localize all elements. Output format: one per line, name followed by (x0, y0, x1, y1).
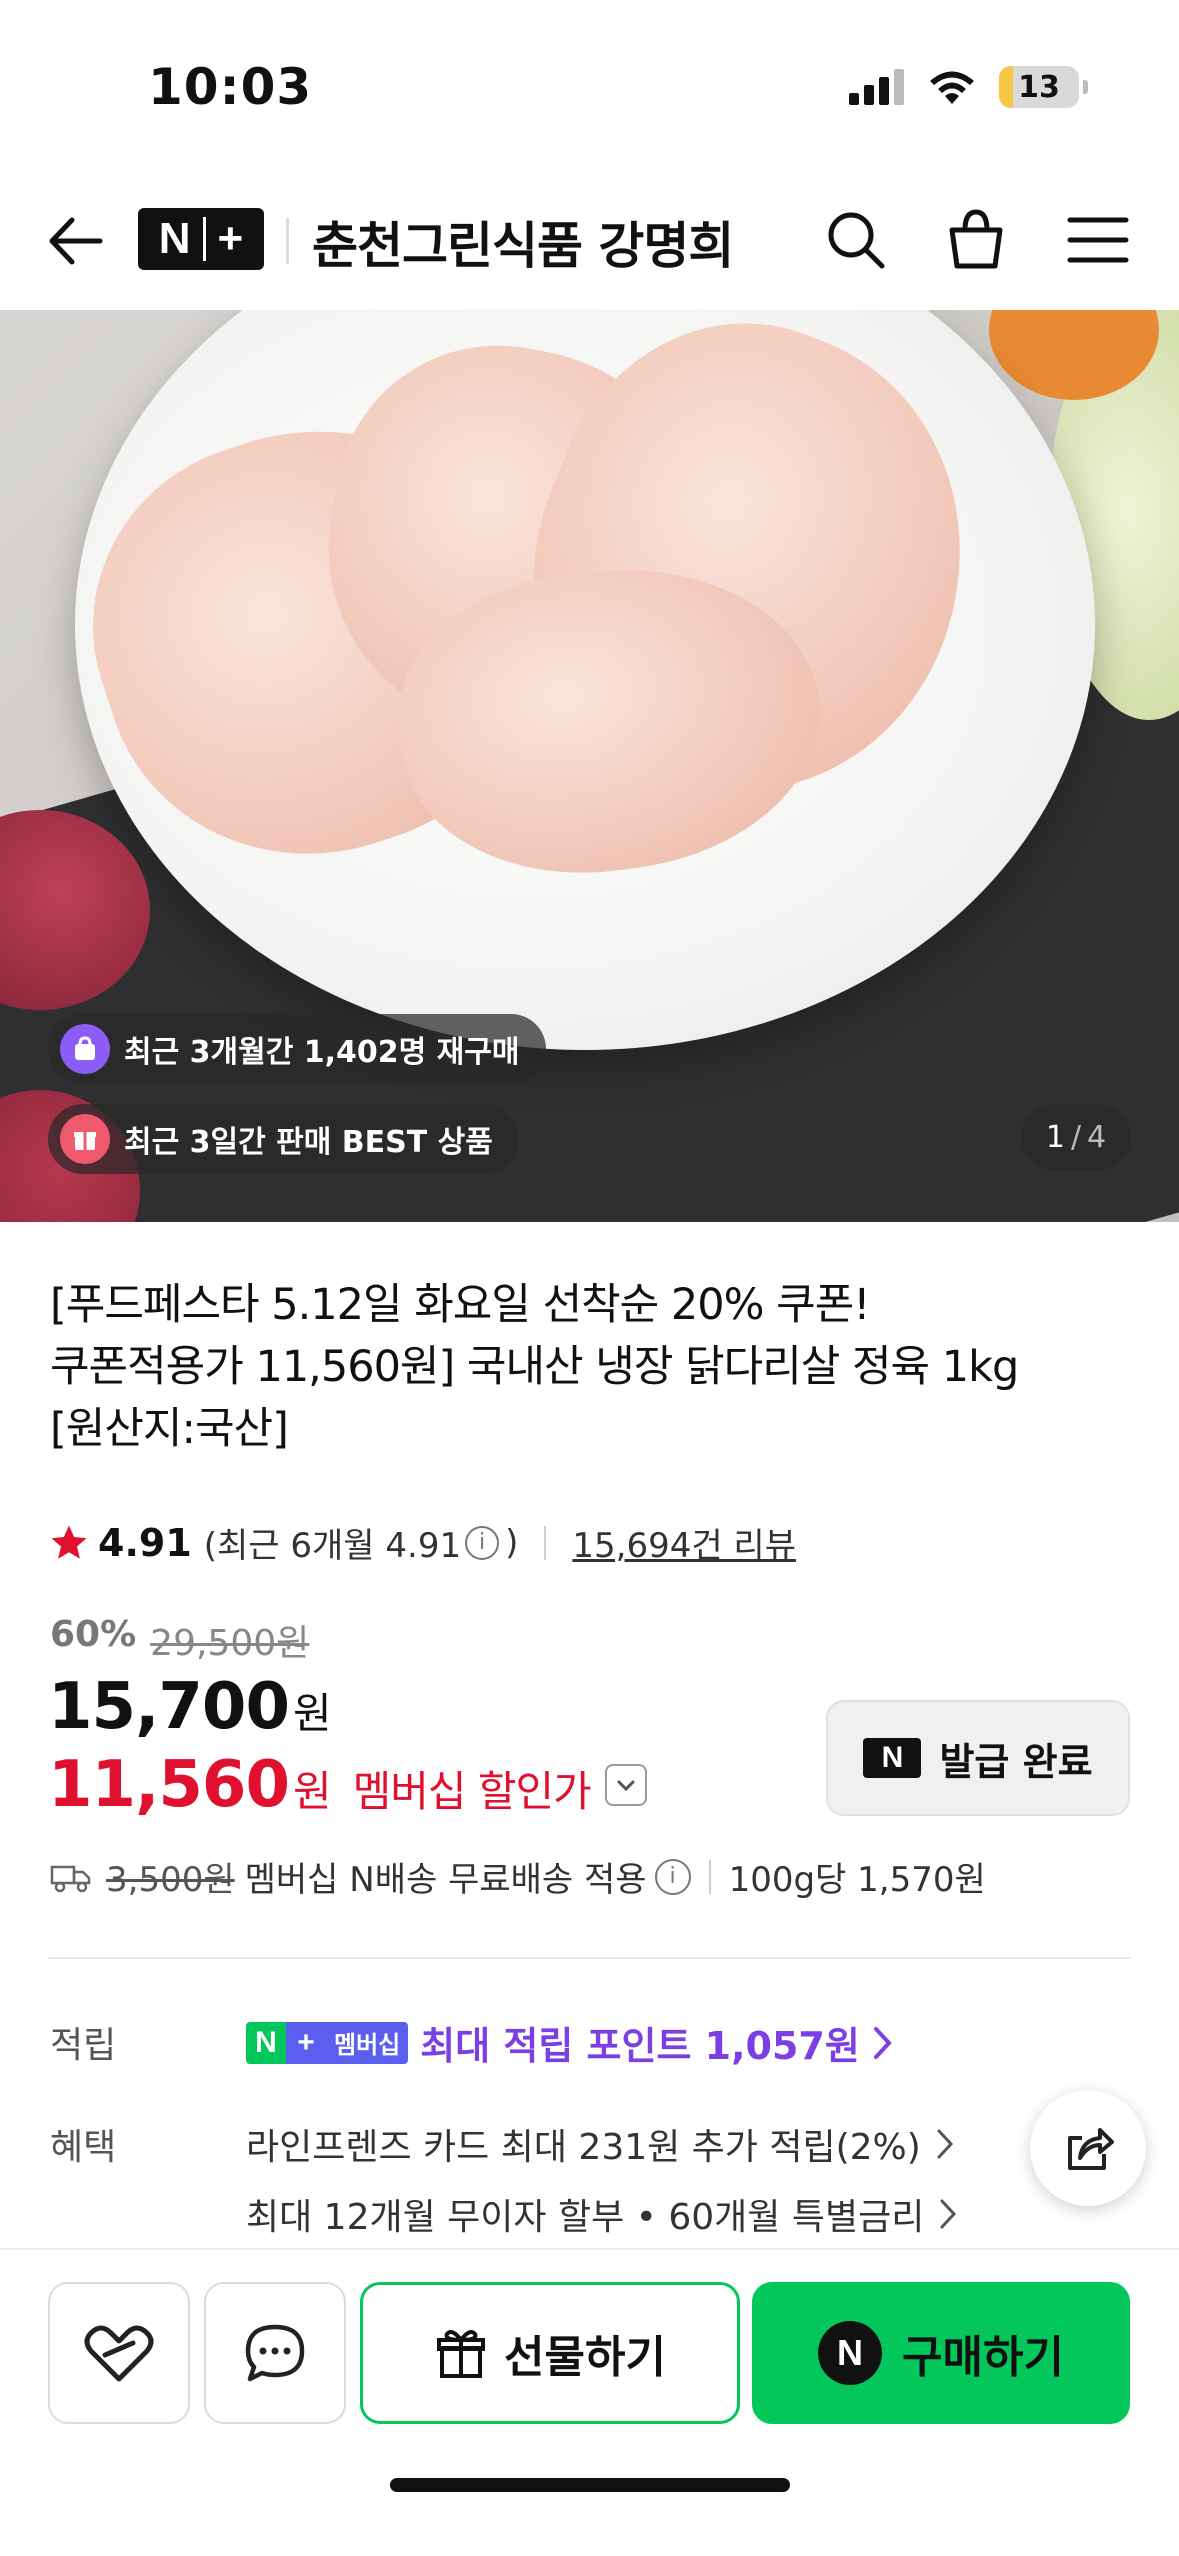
product-title-line: 쿠폰적용가 11,560원] 국내산 냉장 닭다리살 정육 1kg (50, 1342, 1019, 1392)
product-title: [푸드페스타 5.12일 화요일 선착순 20% 쿠폰! 쿠폰적용가 11,56… (50, 1274, 1130, 1460)
gift-icon (437, 2330, 486, 2378)
product-title-line: [원산지:국산] (50, 1404, 289, 1454)
gift-label: 선물하기 (504, 2332, 666, 2383)
points-label: 적립 (50, 2025, 117, 2066)
membership-tag: 멤버십 (326, 2021, 409, 2064)
header-divider (286, 218, 289, 264)
buy-button[interactable]: N 구매하기 (752, 2282, 1130, 2424)
store-name[interactable]: 춘천그린식품 강명희 (312, 206, 734, 278)
sale-price-unit: 원 (292, 1689, 332, 1738)
info-icon[interactable]: i (465, 1525, 500, 1560)
repurchase-badge: 최근 3개월간 1,402명 재구매 (48, 1014, 546, 1084)
plus-icon: + (286, 2021, 326, 2064)
divider (708, 1859, 711, 1894)
naver-n-icon: N (863, 1738, 922, 1778)
top-navigation: N + 춘천그린식품 강명희 (0, 180, 1179, 310)
share-button[interactable] (1030, 2090, 1146, 2206)
installment-benefit-link[interactable]: 최대 12개월 무이자 할부 • 60개월 특별금리 (246, 2188, 958, 2240)
sale-price-value: 15,700 (48, 1670, 290, 1744)
rating-score: 4.91 (98, 1520, 192, 1565)
chevron-right-icon (937, 2129, 953, 2159)
installment-text: 최대 12개월 무이자 할부 • 60개월 특별금리 (246, 2197, 925, 2238)
cellular-signal-icon (849, 69, 904, 105)
product-image-carousel[interactable]: 최근 3개월간 1,402명 재구매 최근 3일간 판매 BEST 상품 1 /… (0, 310, 1179, 1222)
chat-button[interactable] (204, 2282, 346, 2424)
shipping-row: 3,500원 멤버십 N배송 무료배송 적용 i 100g당 1,570원 (50, 1852, 986, 1901)
card-benefit-link[interactable]: 라인프렌즈 카드 최대 231원 추가 적립(2%) (246, 2118, 955, 2170)
repurchase-bag-icon (60, 1024, 110, 1074)
membership-price-label: 멤버십 할인가 (352, 1767, 592, 1816)
product-title-line: [푸드페스타 5.12일 화요일 선착순 20% 쿠폰! (50, 1280, 871, 1330)
naver-plus-logo[interactable]: N + (138, 208, 264, 270)
chevron-right-icon (940, 2199, 957, 2229)
info-icon[interactable]: i (654, 1858, 691, 1895)
gift-button[interactable]: 선물하기 (360, 2282, 740, 2424)
logo-plus: + (217, 214, 244, 263)
bottom-action-bar: 선물하기 N 구매하기 (0, 2248, 1179, 2556)
back-arrow-icon[interactable] (40, 206, 110, 276)
benefit-label: 혜택 (50, 2127, 117, 2168)
image-page-counter: 1 / 4 (1021, 1104, 1131, 1170)
card-benefit-text: 라인프렌즈 카드 최대 231원 추가 적립(2%) (246, 2127, 921, 2168)
divider (544, 1525, 547, 1560)
page-current: 1 (1045, 1119, 1065, 1155)
buy-label: 구매하기 (902, 2332, 1064, 2383)
shopping-bag-icon[interactable] (940, 204, 1012, 276)
logo-n: N (158, 214, 191, 263)
shipping-text: 멤버십 N배송 무료배송 적용 (244, 1860, 647, 1900)
best-seller-badge: 최근 3일간 판매 BEST 상품 (48, 1104, 519, 1174)
naver-pay-icon: N (818, 2321, 883, 2385)
discount-row: 60% 29,500원 (50, 1614, 309, 1666)
gift-box-icon (60, 1114, 110, 1164)
discount-rate: 60% (50, 1614, 137, 1655)
battery-indicator: 13 (999, 66, 1088, 108)
status-bar: 10:03 13 (0, 0, 1179, 170)
chevron-down-icon[interactable] (604, 1764, 647, 1806)
status-time: 10:03 (148, 58, 313, 116)
rating-row: 4.91 (최근 6개월 4.91 i ) 15,694건 리뷰 (48, 1518, 796, 1567)
menu-icon[interactable] (1062, 204, 1134, 276)
membership-price-value: 11,560 (48, 1748, 290, 1822)
naver-n-icon: N (246, 2021, 286, 2064)
sale-price: 15,700원 (48, 1670, 332, 1744)
star-icon (51, 1525, 87, 1559)
membership-badge: N + 멤버십 (246, 2021, 409, 2064)
search-icon[interactable] (820, 204, 892, 276)
original-price: 29,500원 (150, 1623, 310, 1664)
section-divider (48, 1957, 1131, 1959)
share-icon (1068, 2128, 1114, 2170)
page-total: 4 (1087, 1119, 1107, 1155)
shipping-fee-original: 3,500원 (106, 1860, 235, 1900)
coupon-label: 발급 완료 (939, 1739, 1093, 1784)
home-indicator (390, 2478, 790, 2492)
page-separator: / (1070, 1119, 1082, 1155)
recent-rating: (최근 6개월 4.91 (203, 1526, 462, 1566)
logo-divider (202, 217, 206, 261)
delivery-truck-icon (50, 1865, 91, 1892)
chevron-right-icon (873, 2026, 892, 2059)
membership-price: 11,560 원 멤버십 할인가 (48, 1748, 647, 1822)
recent-rating-close: ) (505, 1522, 519, 1563)
heart-icon (84, 2325, 154, 2382)
membership-price-unit: 원 (292, 1767, 332, 1816)
battery-level: 13 (1018, 69, 1060, 105)
status-icons: 13 (849, 66, 1088, 108)
max-points-link[interactable]: N + 멤버십 최대 적립 포인트 1,057원 (246, 2015, 894, 2070)
chat-bubble-icon (245, 2324, 305, 2382)
unit-price: 100g당 1,570원 (728, 1860, 986, 1900)
coupon-issued-button[interactable]: N 발급 완료 (826, 1700, 1130, 1816)
repurchase-text: 최근 3개월간 1,402명 재구매 (124, 1035, 520, 1070)
max-points-text: 최대 적립 포인트 1,057원 (420, 2024, 860, 2068)
best-seller-text: 최근 3일간 판매 BEST 상품 (124, 1125, 493, 1160)
wifi-icon (930, 71, 974, 104)
review-count-link[interactable]: 15,694건 리뷰 (572, 1518, 796, 1567)
wishlist-button[interactable] (48, 2282, 190, 2424)
